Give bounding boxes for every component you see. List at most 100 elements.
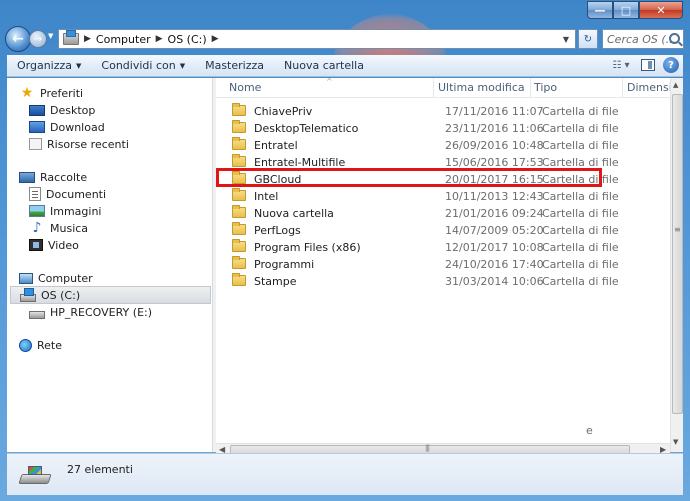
scroll-up-icon[interactable]: ▲	[673, 81, 678, 89]
file-type: Cartella di file	[542, 241, 619, 254]
vertical-scroll-thumb[interactable]	[672, 94, 683, 414]
table-row[interactable]: Nuova cartella 21/01/2016 09:24 Cartella…	[224, 205, 684, 222]
maximize-button[interactable]: □	[613, 1, 639, 19]
forward-button[interactable]: →	[29, 30, 47, 48]
table-row[interactable]: PerfLogs 14/07/2009 05:20 Cartella di fi…	[224, 222, 684, 239]
scroll-down-icon[interactable]: ▼	[673, 438, 678, 446]
share-with-button[interactable]: Condividi con ▼	[91, 59, 195, 72]
address-dropdown-icon[interactable]: ▼	[563, 35, 569, 44]
folder-icon	[232, 222, 246, 235]
burn-label: Masterizza	[205, 59, 265, 72]
column-name[interactable]: Nome	[229, 81, 261, 94]
file-modified: 12/01/2017 10:08	[445, 241, 544, 254]
breadcrumb-separator-icon[interactable]: ▶	[156, 34, 163, 44]
table-row[interactable]: Intel 10/11/2013 12:43 Cartella di file	[224, 188, 684, 205]
nav-libraries[interactable]: Raccolte	[19, 169, 87, 185]
breadcrumb-computer[interactable]: Computer	[96, 33, 151, 46]
file-type: Cartella di file	[542, 190, 619, 203]
new-folder-button[interactable]: Nuova cartella	[274, 59, 374, 72]
nav-label: Rete	[37, 338, 62, 352]
nav-item-download[interactable]: Download	[29, 119, 105, 135]
change-view-icon[interactable]: ☷ ▾	[609, 56, 633, 74]
preview-pane-icon[interactable]	[641, 59, 655, 71]
help-icon[interactable]: ?	[663, 57, 679, 73]
column-divider[interactable]	[530, 78, 531, 98]
organize-label: Organizza	[17, 59, 73, 72]
new-folder-label: Nuova cartella	[284, 59, 364, 72]
column-divider[interactable]	[622, 78, 623, 98]
table-row[interactable]: Entratel 26/09/2016 10:48 Cartella di fi…	[224, 137, 684, 154]
nav-item-music[interactable]: ♪ Musica	[29, 220, 89, 236]
minimize-button[interactable]: —	[587, 1, 613, 19]
nav-label: Video	[48, 238, 79, 252]
video-icon	[29, 239, 43, 251]
file-name: ChiavePriv	[254, 105, 313, 118]
nav-label: OS (C:)	[41, 288, 81, 302]
recent-places-icon	[29, 138, 42, 150]
history-dropdown-icon[interactable]: ▼	[48, 32, 53, 40]
search-icon[interactable]	[669, 33, 680, 44]
nav-label: Desktop	[50, 103, 96, 117]
table-row[interactable]: Programmi 24/10/2016 17:40 Cartella di f…	[224, 256, 684, 273]
file-name: Program Files (x86)	[254, 241, 361, 254]
close-button[interactable]: ✕	[639, 1, 683, 19]
table-row[interactable]: DesktopTelematico 23/11/2016 11:06 Carte…	[224, 120, 684, 137]
file-type: Cartella di file	[542, 122, 619, 135]
refresh-button[interactable]: ↻	[578, 29, 598, 49]
nav-item-documents[interactable]: Documenti	[29, 186, 106, 202]
nav-computer[interactable]: Computer	[19, 270, 93, 286]
breadcrumb-separator-icon[interactable]: ▶	[84, 34, 91, 44]
libraries-icon	[19, 171, 35, 183]
folder-icon	[232, 103, 246, 116]
column-header: ^ Nome Ultima modifica Tipo Dimensio	[216, 77, 683, 98]
file-modified: 23/11/2016 11:06	[445, 122, 544, 135]
system-drive-icon	[18, 466, 52, 486]
nav-favorites[interactable]: ★ Preferiti	[19, 85, 83, 101]
breadcrumb-os-c[interactable]: OS (C:)	[168, 33, 207, 46]
nav-item-pictures[interactable]: Immagini	[29, 203, 101, 219]
file-name: Nuova cartella	[254, 207, 334, 220]
back-button[interactable]: ←	[5, 26, 31, 52]
column-divider[interactable]	[433, 78, 434, 98]
highlight-box-gbcloud	[216, 168, 602, 187]
table-row[interactable]: Program Files (x86) 12/01/2017 10:08 Car…	[224, 239, 684, 256]
table-row[interactable]: Stampe 31/03/2014 10:06 Cartella di file	[224, 273, 684, 290]
toolbar-right-group: ☷ ▾ ?	[609, 56, 679, 74]
explorer-window: — □ ✕ ← → ▼ ▶ Computer ▶ OS (C:) ▶ ▼ ↻ C…	[0, 0, 690, 501]
folder-icon	[232, 120, 246, 133]
details-pane: 27 elementi	[7, 453, 683, 495]
chevron-down-icon: ▼	[179, 61, 186, 70]
nav-item-recent-places[interactable]: Risorse recenti	[29, 136, 129, 152]
document-icon	[29, 187, 41, 201]
nav-item-hp-recovery[interactable]: HP_RECOVERY (E:)	[29, 304, 152, 320]
drive-icon	[29, 310, 45, 319]
table-row[interactable]: ChiavePriv 17/11/2016 11:07 Cartella di …	[224, 103, 684, 120]
nav-label: Computer	[38, 271, 93, 285]
folder-icon	[232, 205, 246, 218]
vertical-scrollbar[interactable]: ▲ ▼	[670, 78, 683, 452]
folder-icon	[232, 256, 246, 269]
nav-label: Preferiti	[40, 86, 84, 100]
nav-label: Documenti	[46, 187, 107, 201]
file-modified: 21/01/2016 09:24	[445, 207, 544, 220]
column-type[interactable]: Tipo	[534, 81, 557, 94]
address-bar[interactable]: ▶ Computer ▶ OS (C:) ▶ ▼	[58, 29, 576, 49]
nav-item-os-c[interactable]: OS (C:)	[10, 286, 211, 304]
nav-label: Risorse recenti	[47, 137, 129, 151]
burn-button[interactable]: Masterizza	[195, 59, 274, 72]
nav-label: Download	[50, 120, 105, 134]
file-type: Cartella di file	[542, 105, 619, 118]
nav-item-desktop[interactable]: Desktop	[29, 102, 95, 118]
column-modified[interactable]: Ultima modifica	[438, 81, 525, 94]
organize-button[interactable]: Organizza ▼	[7, 59, 91, 72]
file-type: Cartella di file	[542, 207, 619, 220]
folder-icon	[232, 188, 246, 201]
system-drive-icon	[20, 287, 36, 302]
file-name: Intel	[254, 190, 279, 203]
folder-icon	[232, 137, 246, 150]
nav-item-video[interactable]: Video	[29, 237, 79, 253]
search-input[interactable]: Cerca OS (...	[602, 29, 684, 49]
nav-network[interactable]: Rete	[19, 337, 62, 353]
breadcrumb-separator-icon[interactable]: ▶	[212, 34, 219, 44]
nav-label: HP_RECOVERY (E:)	[50, 305, 153, 319]
